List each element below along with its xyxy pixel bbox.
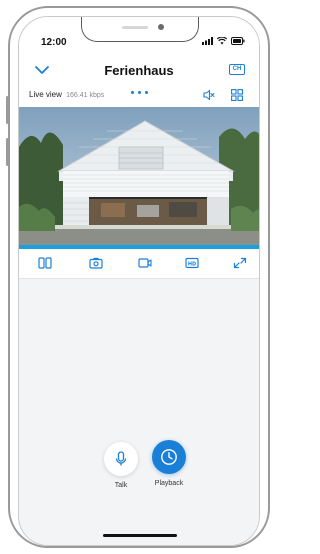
svg-text:HD: HD xyxy=(188,261,196,267)
camera-feed-image xyxy=(19,107,259,245)
home-indicator[interactable] xyxy=(103,534,177,537)
record-icon[interactable] xyxy=(138,257,152,269)
notch-speaker xyxy=(122,26,148,29)
fullscreen-icon[interactable] xyxy=(233,257,247,269)
app-header: Ferienhaus CH xyxy=(19,55,259,85)
clock-icon xyxy=(161,449,177,465)
phone-side-button xyxy=(6,96,9,124)
snapshot-icon[interactable] xyxy=(89,257,103,269)
quality-button[interactable]: CH xyxy=(229,64,245,75)
talk-button[interactable]: Talk xyxy=(99,442,143,489)
microphone-icon xyxy=(115,451,127,466)
bitrate-value: 166.41 kbps xyxy=(66,92,105,99)
speaker-muted-icon[interactable] xyxy=(203,89,215,101)
phone-screen: 12:00 Ferienhaus CH Live view 166.41 kbp… xyxy=(18,16,260,546)
status-icons xyxy=(202,37,245,45)
playback-button[interactable]: Playback xyxy=(147,440,191,487)
status-time: 12:00 xyxy=(41,37,67,48)
phone-side-button xyxy=(6,138,9,166)
loading-dots-icon xyxy=(131,91,148,94)
page-title: Ferienhaus xyxy=(104,63,174,78)
talk-circle[interactable] xyxy=(104,442,138,476)
talk-label: Talk xyxy=(114,482,128,489)
grid-icon[interactable] xyxy=(231,89,243,101)
live-view-status: Live view 166.41 kbps xyxy=(29,90,104,99)
signal-icon xyxy=(202,37,213,45)
live-view-bar: Live view 166.41 kbps xyxy=(19,85,259,107)
notch-camera xyxy=(158,24,164,30)
camera-video-feed[interactable] xyxy=(19,107,259,245)
video-toolbar: HD xyxy=(19,249,259,279)
wifi-icon xyxy=(217,37,227,45)
split-view-icon[interactable] xyxy=(38,257,52,269)
hd-icon[interactable]: HD xyxy=(185,257,199,269)
battery-icon xyxy=(231,37,245,45)
live-view-label: Live view xyxy=(29,90,62,99)
phone-notch xyxy=(81,17,199,42)
playback-label: Playback xyxy=(154,480,184,487)
playback-circle[interactable] xyxy=(152,440,186,474)
control-area: Talk Playback xyxy=(19,280,259,545)
